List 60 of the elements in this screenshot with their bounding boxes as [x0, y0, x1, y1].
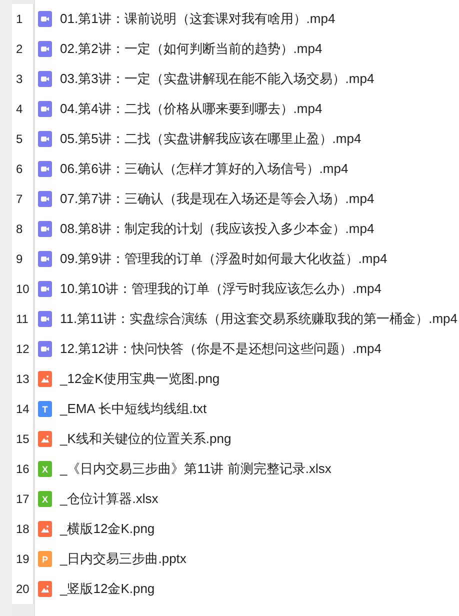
file-name[interactable]: 03.第3讲：一定（实盘讲解现在能不能入场交易）.mp4: [60, 70, 374, 88]
video-file-icon: [38, 281, 52, 297]
spreadsheet-file-icon: X: [38, 491, 52, 507]
video-file-icon: [38, 251, 52, 267]
line-number: 2: [12, 34, 34, 64]
image-file-icon: [38, 581, 52, 597]
file-name[interactable]: 02.第2讲：一定（如何判断当前的趋势）.mp4: [60, 40, 322, 58]
video-file-icon: [38, 11, 52, 27]
file-name[interactable]: _K线和关键位的位置关系.png: [60, 430, 232, 448]
line-number: 13: [12, 364, 34, 394]
file-name[interactable]: 04.第4讲：二找（价格从哪来要到哪去）.mp4: [60, 100, 322, 118]
file-name[interactable]: _日内交易三步曲.pptx: [60, 550, 186, 568]
presentation-file-icon: P: [38, 551, 52, 567]
file-name[interactable]: _12金K使用宝典一览图.png: [60, 370, 220, 388]
file-name[interactable]: 10.第10讲：管理我的订单（浮亏时我应该怎么办）.mp4: [60, 280, 382, 298]
video-file-icon: [38, 221, 52, 237]
text-file-icon: T: [38, 401, 52, 417]
file-name[interactable]: 08.第8讲：制定我的计划（我应该投入多少本金）.mp4: [60, 220, 374, 238]
file-name[interactable]: 12.第12讲：快问快答（你是不是还想问这些问题）.mp4: [60, 340, 382, 358]
line-number: 4: [12, 94, 34, 124]
video-file-icon: [38, 191, 52, 207]
line-number: 9: [12, 244, 34, 274]
file-name[interactable]: _仓位计算器.xlsx: [60, 490, 158, 508]
video-file-icon: [38, 341, 52, 357]
line-number: 17: [12, 484, 34, 514]
file-name[interactable]: _《日内交易三步曲》第11讲 前测完整记录.xlsx: [60, 460, 332, 478]
file-name[interactable]: 01.第1讲：课前说明（这套课对我有啥用）.mp4: [60, 10, 336, 28]
spreadsheet-file-icon: X: [38, 461, 52, 477]
line-number: 18: [12, 514, 34, 544]
video-file-icon: [38, 311, 52, 327]
line-number: 5: [12, 124, 34, 154]
video-file-icon: [38, 71, 52, 87]
line-number: 10: [12, 274, 34, 304]
line-number: 14: [12, 394, 34, 424]
line-number: 8: [12, 214, 34, 244]
file-name[interactable]: 09.第9讲：管理我的订单（浮盈时如何最大化收益）.mp4: [60, 250, 388, 268]
video-file-icon: [38, 161, 52, 177]
file-name[interactable]: 07.第7讲：三确认（我是现在入场还是等会入场）.mp4: [60, 190, 374, 208]
line-number: 6: [12, 154, 34, 184]
file-name[interactable]: _横版12金K.png: [60, 520, 155, 538]
line-number: 3: [12, 64, 34, 94]
file-name[interactable]: 05.第5讲：二找（实盘讲解我应该在哪里止盈）.mp4: [60, 130, 362, 148]
line-number: 11: [12, 304, 34, 334]
line-number: 19: [12, 544, 34, 574]
line-number: 7: [12, 184, 34, 214]
image-file-icon: [38, 521, 52, 537]
video-file-icon: [38, 131, 52, 147]
video-file-icon: [38, 41, 52, 57]
file-name[interactable]: _EMA 长中短线均线组.txt: [60, 400, 207, 418]
video-file-icon: [38, 101, 52, 117]
file-name[interactable]: _竖版12金K.png: [60, 580, 155, 598]
file-name[interactable]: 06.第6讲：三确认（怎样才算好的入场信号）.mp4: [60, 160, 348, 178]
image-file-icon: [38, 431, 52, 447]
line-number: 1: [12, 4, 34, 34]
line-number: 15: [12, 424, 34, 454]
line-number: 16: [12, 454, 34, 484]
image-file-icon: [38, 371, 52, 387]
file-name[interactable]: 11.第11讲：实盘综合演练（用这套交易系统赚取我的第一桶金）.mp4: [60, 310, 458, 328]
line-number: 20: [12, 574, 34, 604]
line-number: 12: [12, 334, 34, 364]
